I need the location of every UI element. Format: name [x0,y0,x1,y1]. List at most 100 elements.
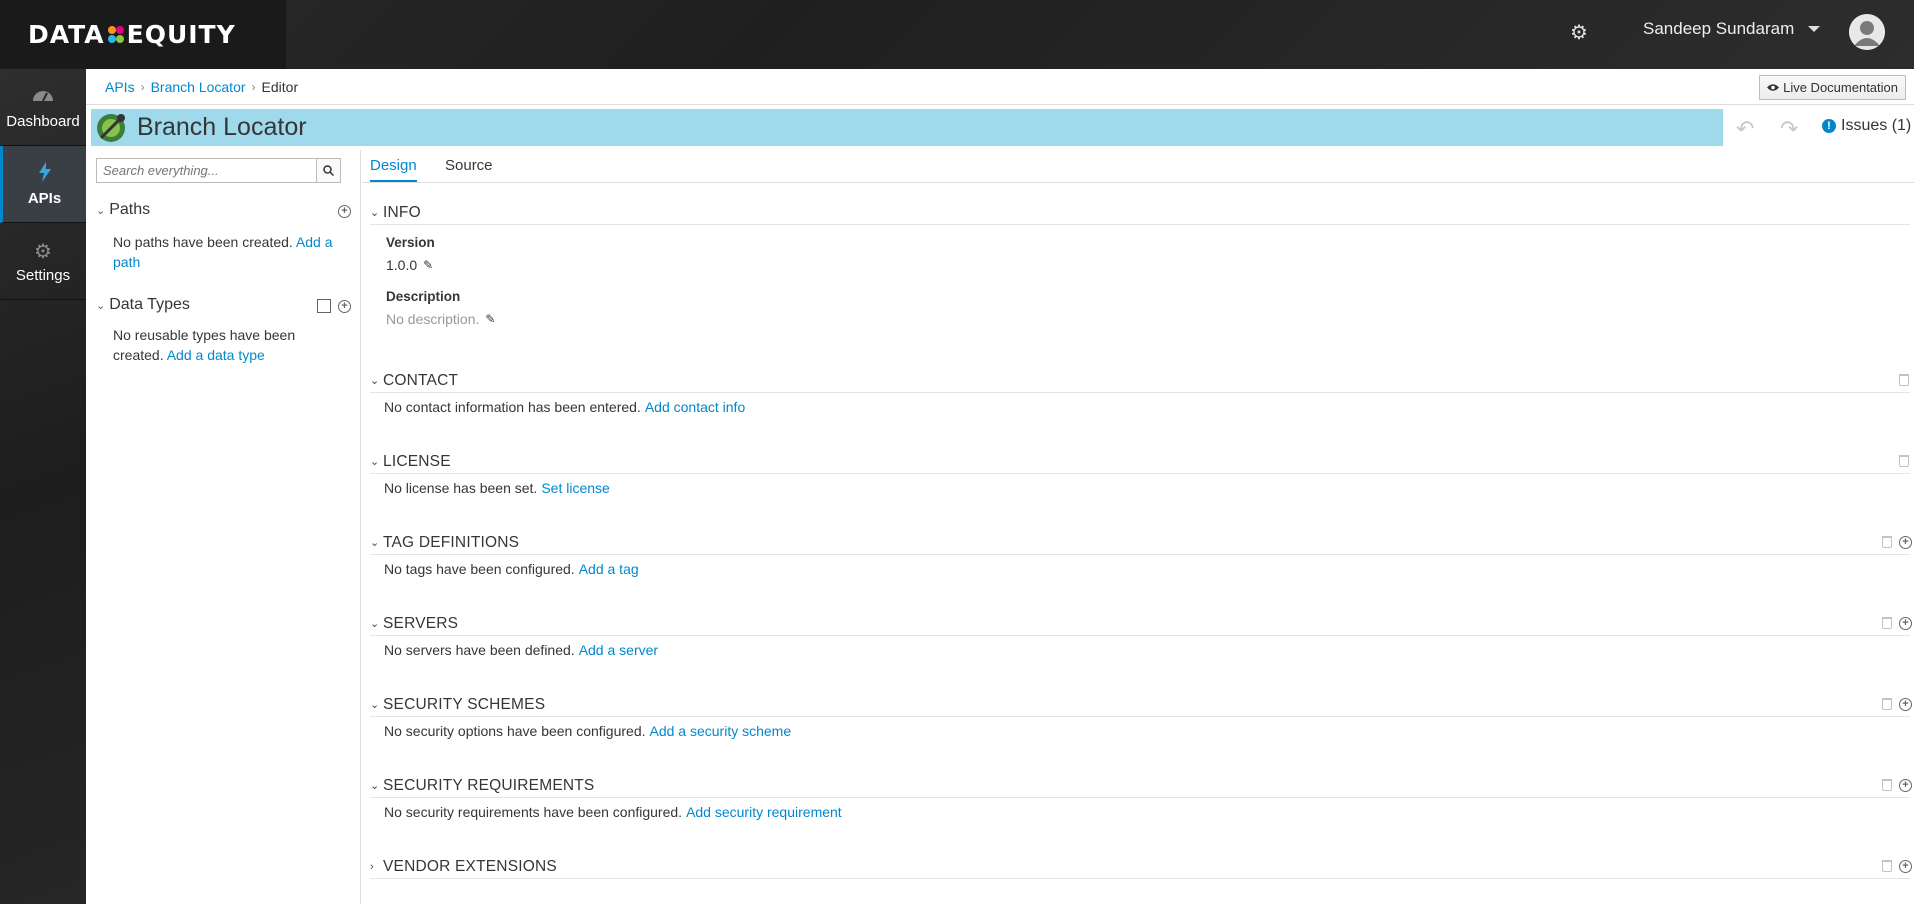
section-title: LICENSE [383,452,451,470]
search-icon[interactable] [316,159,340,182]
chevron-down-icon: ⌄ [96,299,106,312]
issues-button[interactable]: ! Issues (1) [1822,117,1911,135]
section-title: SERVERS [383,614,459,632]
add-server-icon[interactable]: + [1899,617,1912,630]
chevron-down-icon: ⌄ [370,375,380,387]
trash-icon[interactable] [1882,779,1892,791]
breadcrumb: APIs › Branch Locator › Editor [105,79,298,95]
breadcrumb-separator: › [140,80,145,94]
api-title[interactable]: Branch Locator [137,113,307,142]
gear-icon[interactable]: ⚙ [1567,20,1591,44]
contact-empty-message: No contact information has been entered.… [370,399,1910,415]
add-data-type-icon[interactable]: + [338,300,351,313]
data-types-section-header[interactable]: ⌄ Data Types [96,296,190,314]
caret-down-icon [1808,26,1821,32]
add-path-icon[interactable]: + [338,205,351,218]
live-documentation-button[interactable]: Live Documentation [1759,75,1906,100]
nav-label: Dashboard [6,112,80,130]
undo-icon[interactable]: ↶ [1736,116,1754,142]
breadcrumb-editor: Editor [261,79,299,95]
info-icon: ! [1822,119,1836,133]
chevron-down-icon: ⌄ [96,204,106,217]
add-data-type-link[interactable]: Add a data type [167,347,265,363]
tab-design[interactable]: Design [370,157,417,182]
breadcrumb-apis[interactable]: APIs [105,79,135,95]
chevron-down-icon: ⌄ [370,780,380,792]
issues-label: Issues (1) [1841,117,1912,134]
add-tag-link[interactable]: Add a tag [579,561,639,577]
trash-icon[interactable] [1882,617,1892,629]
chevron-down-icon: ⌄ [370,618,380,630]
contact-section: ⌄ CONTACT No contact information has bee… [370,369,1910,415]
tags-empty-message: No tags have been configured. Add a tag [370,561,1910,577]
license-section-header[interactable]: ⌄ LICENSE [370,450,1910,474]
license-empty-text: No license has been set. [384,480,538,496]
tab-source[interactable]: Source [445,157,493,180]
trash-icon[interactable] [1899,374,1909,386]
data-types-empty-message: No reusable types have been created. Add… [113,325,303,365]
description-value: No description. [386,311,480,327]
top-header: DATA EQUITY ⚙ Sandeep Sundaram [0,0,1914,69]
redo-icon[interactable]: ↷ [1780,116,1798,142]
contact-section-header[interactable]: ⌄ CONTACT [370,369,1910,393]
security-requirements-section: ⌄ SECURITY REQUIREMENTS + No security re… [370,774,1912,820]
info-section-header[interactable]: ⌄ INFO [370,201,1910,225]
version-value: 1.0.0 [386,257,418,273]
add-tag-icon[interactable]: + [1899,536,1912,549]
license-empty-message: No license has been set. Set license [370,480,1910,496]
trash-icon[interactable] [1899,455,1909,467]
chevron-down-icon: ⌄ [370,207,380,219]
pencil-icon[interactable]: ✎ [485,312,495,326]
brand-text-left: DATA [28,20,105,49]
breadcrumb-branch-locator[interactable]: Branch Locator [151,79,246,95]
add-security-scheme-link[interactable]: Add a security scheme [650,723,792,739]
search-input[interactable] [97,159,316,182]
nav-dashboard[interactable]: Dashboard [0,69,86,146]
version-field[interactable]: 1.0.0 ✎ [386,257,433,273]
user-menu[interactable]: Sandeep Sundaram [1643,19,1821,39]
section-title: SECURITY SCHEMES [383,695,546,713]
security-requirements-section-header[interactable]: ⌄ SECURITY REQUIREMENTS [370,774,1910,798]
pencil-icon[interactable]: ✎ [423,258,433,272]
tag-definitions-section-header[interactable]: ⌄ TAG DEFINITIONS [370,531,1910,555]
set-license-link[interactable]: Set license [541,480,609,496]
tags-empty-text: No tags have been configured. [384,561,575,577]
info-section: ⌄ INFO [370,201,1910,225]
description-field[interactable]: No description. ✎ [386,311,495,327]
add-security-scheme-icon[interactable]: + [1899,698,1912,711]
add-server-link[interactable]: Add a server [579,642,658,658]
vendor-extensions-section: › VENDOR EXTENSIONS + [370,855,1912,879]
contact-empty-text: No contact information has been entered. [384,399,641,415]
trash-icon[interactable] [1882,698,1892,710]
import-icon[interactable] [317,299,331,313]
tag-definitions-section: ⌄ TAG DEFINITIONS + No tags have been co… [370,531,1912,577]
add-security-requirement-link[interactable]: Add security requirement [686,804,842,820]
add-vendor-extension-icon[interactable]: + [1899,860,1912,873]
nav-settings[interactable]: ⚙ Settings [0,223,86,300]
api-logo-icon [95,112,127,144]
data-types-title: Data Types [109,296,190,313]
nav-apis[interactable]: APIs [0,146,86,223]
section-title: SECURITY REQUIREMENTS [383,776,595,794]
servers-section-header[interactable]: ⌄ SERVERS [370,612,1910,636]
section-title: INFO [383,203,421,221]
breadcrumb-separator: › [251,80,256,94]
security-requirements-empty-text: No security requirements have been confi… [384,804,683,820]
gears-icon: ⚙ [34,240,52,263]
left-panel: ⌄ Paths + No paths have been created. Ad… [86,150,361,904]
trash-icon[interactable] [1882,536,1892,548]
nav-label: APIs [27,189,62,207]
user-avatar-icon[interactable] [1849,14,1885,50]
security-schemes-section-header[interactable]: ⌄ SECURITY SCHEMES [370,693,1910,717]
add-security-requirement-icon[interactable]: + [1899,779,1912,792]
brand-logo[interactable]: DATA EQUITY [0,0,286,69]
description-label: Description [386,289,461,304]
chevron-right-icon: › [370,860,374,873]
left-navigation: Dashboard APIs ⚙ Settings [0,69,86,904]
paths-section-header[interactable]: ⌄ Paths [96,201,150,219]
vendor-extensions-section-header[interactable]: › VENDOR EXTENSIONS [370,855,1910,879]
section-title: TAG DEFINITIONS [383,533,520,551]
dashboard-icon [32,85,54,107]
trash-icon[interactable] [1882,860,1892,872]
add-contact-info-link[interactable]: Add contact info [645,399,745,415]
